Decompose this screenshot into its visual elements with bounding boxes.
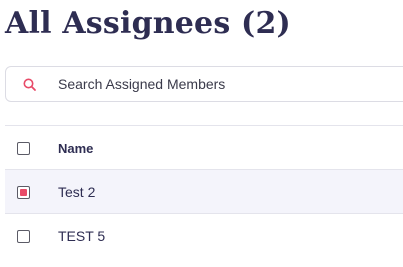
page-title: All Assignees (2): [5, 6, 291, 41]
search-input[interactable]: [58, 74, 388, 94]
search-box: [5, 66, 403, 102]
search-icon: [22, 77, 38, 93]
select-all-checkbox[interactable]: [17, 142, 30, 155]
row-checkbox[interactable]: [17, 186, 30, 199]
table-row[interactable]: Test 2: [5, 169, 403, 213]
row-name: Test 2: [58, 184, 96, 200]
row-name: TEST 5: [58, 228, 106, 244]
column-header-name: Name: [58, 141, 94, 156]
assignees-table: Name Test 2 TEST 5: [5, 125, 403, 257]
row-checkbox[interactable]: [17, 230, 30, 243]
table-row[interactable]: TEST 5: [5, 213, 403, 257]
table-header-row: Name: [5, 125, 403, 169]
